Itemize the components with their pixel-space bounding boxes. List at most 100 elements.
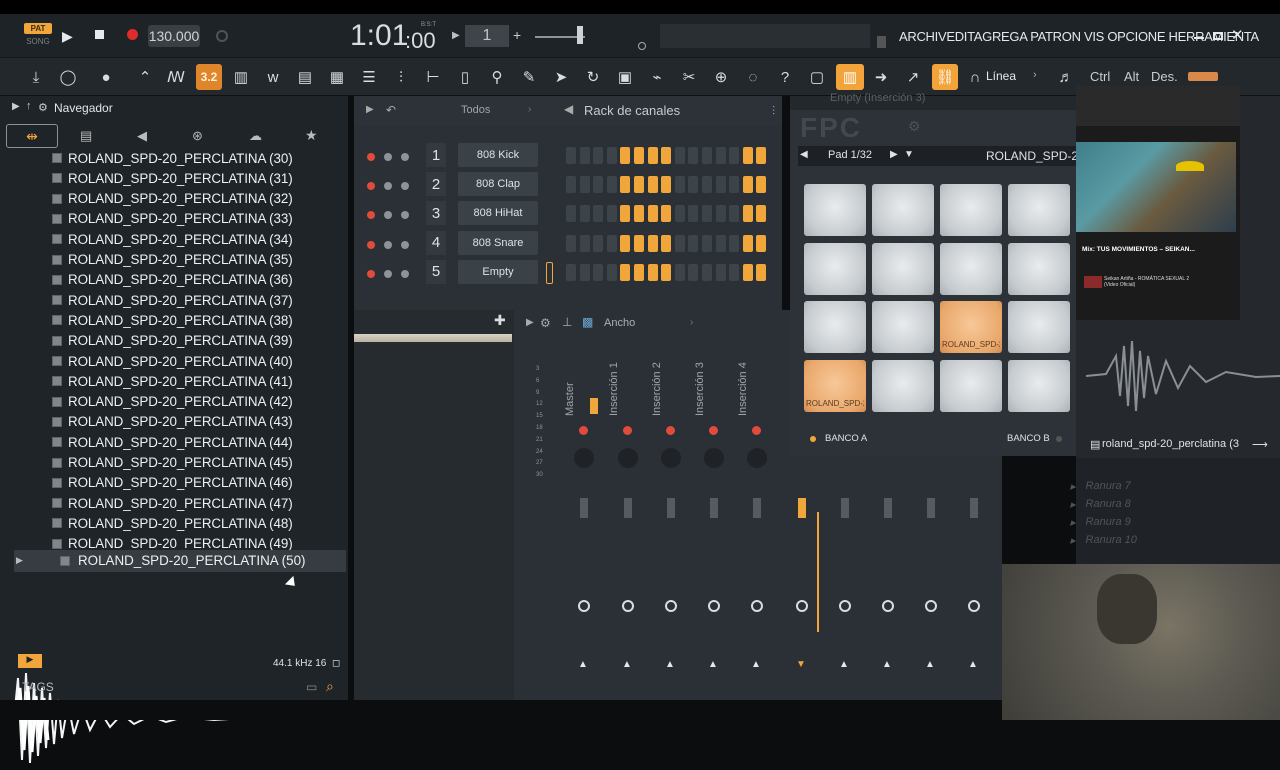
mixer-volume-fader[interactable] — [841, 498, 849, 518]
step-button[interactable] — [715, 147, 726, 164]
maximize-icon[interactable] — [1213, 32, 1223, 40]
step-button[interactable] — [729, 205, 740, 223]
channel-name-button[interactable]: 808 HiHat — [458, 201, 538, 226]
tree-file-item[interactable]: ROLAND_SPD-20_PERCLATINA (46) — [52, 473, 293, 493]
fpc-pad[interactable] — [940, 242, 1002, 295]
channel-name-button[interactable]: 808 Clap — [458, 172, 538, 197]
link-icon[interactable]: ⛓ — [932, 64, 958, 90]
mixer-route-knob[interactable] — [622, 600, 634, 612]
mixer-send-arrow-icon[interactable]: ▲ — [708, 659, 718, 670]
step-button[interactable] — [742, 205, 753, 223]
playlist-scroll[interactable] — [354, 334, 512, 342]
step-button[interactable] — [715, 234, 726, 252]
fpc-pad[interactable] — [804, 301, 866, 353]
pat-toggle[interactable]: PAT — [24, 23, 52, 34]
mixer-pan-knob[interactable] — [747, 448, 767, 468]
step-button[interactable] — [620, 205, 631, 223]
channel-pan-knob[interactable] — [384, 240, 392, 249]
snap-button[interactable]: 3.2 — [196, 64, 222, 90]
fpc-pad[interactable] — [872, 301, 934, 353]
step-button[interactable] — [729, 147, 740, 164]
search-icon[interactable]: ⌕ — [326, 678, 334, 695]
step-button[interactable] — [606, 263, 617, 281]
record-icon[interactable] — [127, 29, 138, 40]
step-button[interactable] — [566, 263, 576, 281]
fpc-pad[interactable]: ROLAND_SPD-2 — [940, 301, 1002, 353]
mixer-route-knob[interactable] — [839, 600, 851, 612]
shift-key-label[interactable]: Des. — [1151, 69, 1178, 84]
step-button[interactable] — [647, 263, 658, 281]
mixer-volume-fader[interactable] — [798, 498, 806, 518]
mixer-send-arrow-icon[interactable]: ▲ — [925, 659, 935, 670]
step-button[interactable] — [593, 234, 604, 252]
pattern-selector[interactable]: 1 — [465, 25, 509, 47]
folder-icon[interactable]: ▭ — [306, 680, 317, 694]
slot-9[interactable]: ▸ Ranura 9 — [1070, 513, 1270, 531]
playlist-item-1[interactable]: Seikan Artiña - ROMÁTICA SEXUAL 2 (Video… — [1104, 276, 1204, 288]
mixer-track-led[interactable] — [623, 426, 632, 435]
step-button[interactable] — [634, 263, 644, 281]
fpc-pad[interactable]: ROLAND_SPD-2 — [804, 359, 866, 412]
mixer-track-led[interactable] — [579, 426, 588, 435]
slot-8[interactable]: ▸ Ranura 8 — [1070, 495, 1270, 513]
tree-file-item[interactable]: ROLAND_SPD-20_PERCLATINA (44) — [52, 432, 293, 452]
step-button[interactable] — [742, 234, 753, 252]
channel-pan-knob[interactable] — [384, 211, 392, 220]
browser-favorites-tab-icon[interactable]: ★ — [305, 127, 318, 144]
step-button[interactable] — [729, 176, 740, 194]
step-button[interactable] — [593, 147, 604, 164]
tree-expand-icon[interactable]: ▶ — [16, 555, 23, 566]
mixer-send-arrow-icon[interactable]: ▲ — [882, 659, 892, 670]
pad-selector[interactable]: Pad 1/32 — [828, 149, 872, 161]
step-button[interactable] — [593, 176, 604, 194]
chat-icon[interactable]: ◌ — [741, 65, 765, 89]
video-thumbnail[interactable] — [1076, 142, 1236, 232]
step-button[interactable] — [702, 147, 712, 164]
piano-roll-icon[interactable]: ▦ — [325, 65, 349, 89]
step-button[interactable] — [729, 234, 740, 252]
filter-arrow-icon[interactable]: › — [528, 104, 531, 115]
tree-file-item[interactable]: ROLAND_SPD-20_PERCLATINA (41) — [52, 371, 293, 391]
pen-icon[interactable]: ↗ — [901, 65, 925, 89]
mixer-volume-fader[interactable] — [753, 498, 761, 518]
mixer-pan-knob[interactable] — [618, 448, 638, 468]
browser-tree-icon[interactable]: ⊢ — [421, 65, 445, 89]
channel-mute-led[interactable] — [367, 240, 375, 249]
fpc-pad[interactable] — [940, 184, 1002, 236]
tree-file-item[interactable]: ROLAND_SPD-20_PERCLATINA (47) — [52, 493, 293, 513]
tree-file-item[interactable]: ROLAND_SPD-20_PERCLATINA (34) — [52, 229, 293, 249]
step-button[interactable] — [742, 263, 753, 281]
step-button[interactable] — [566, 234, 576, 252]
step-button[interactable] — [742, 176, 753, 194]
tree-file-item[interactable]: ROLAND_SPD-20_PERCLATINA (48) — [52, 513, 293, 533]
step-button[interactable] — [674, 147, 685, 164]
bird-icon[interactable]: ➤ — [549, 65, 573, 89]
tree-file-item[interactable]: ROLAND_SPD-20_PERCLATINA (30) — [52, 148, 293, 168]
channel-volume-knob[interactable] — [401, 211, 409, 220]
step-button[interactable] — [661, 205, 672, 223]
typing-keyboard-icon[interactable]: ▥ — [229, 65, 253, 89]
slot-10[interactable]: ▸ Ranura 10 — [1070, 531, 1270, 549]
step-button[interactable] — [606, 234, 617, 252]
fpc-pad[interactable] — [872, 242, 934, 295]
step-button[interactable] — [566, 147, 576, 164]
mix-title[interactable]: Mix: TUS MOVIMIENTOS – SEIKAN... — [1082, 246, 1195, 253]
mixer-route-knob[interactable] — [751, 600, 763, 612]
mixer-options-icon[interactable]: ⚙ — [540, 316, 551, 330]
channel-volume-knob[interactable] — [401, 182, 409, 191]
wait-input-icon[interactable]: ꟿ — [164, 65, 188, 89]
alt-key-label[interactable]: Alt — [1124, 69, 1139, 84]
channel-mixer-track[interactable]: 4 — [426, 230, 446, 255]
master-volume-handle[interactable] — [577, 26, 583, 44]
mixer-view-arrow-icon[interactable]: › — [690, 317, 693, 328]
browser-cloud-tab-icon[interactable]: ☁ — [249, 128, 262, 144]
fpc-pad[interactable] — [872, 359, 934, 412]
browser-speaker-tab-icon[interactable]: ◀ — [137, 128, 147, 144]
step-button[interactable] — [688, 205, 699, 223]
mixer-route-knob[interactable] — [796, 600, 808, 612]
headphones-icon[interactable]: ♬ — [1054, 65, 1078, 89]
step-button[interactable] — [715, 176, 726, 194]
step-button[interactable] — [579, 263, 590, 281]
step-button[interactable] — [715, 263, 726, 281]
minimize-icon[interactable] — [1194, 37, 1204, 39]
